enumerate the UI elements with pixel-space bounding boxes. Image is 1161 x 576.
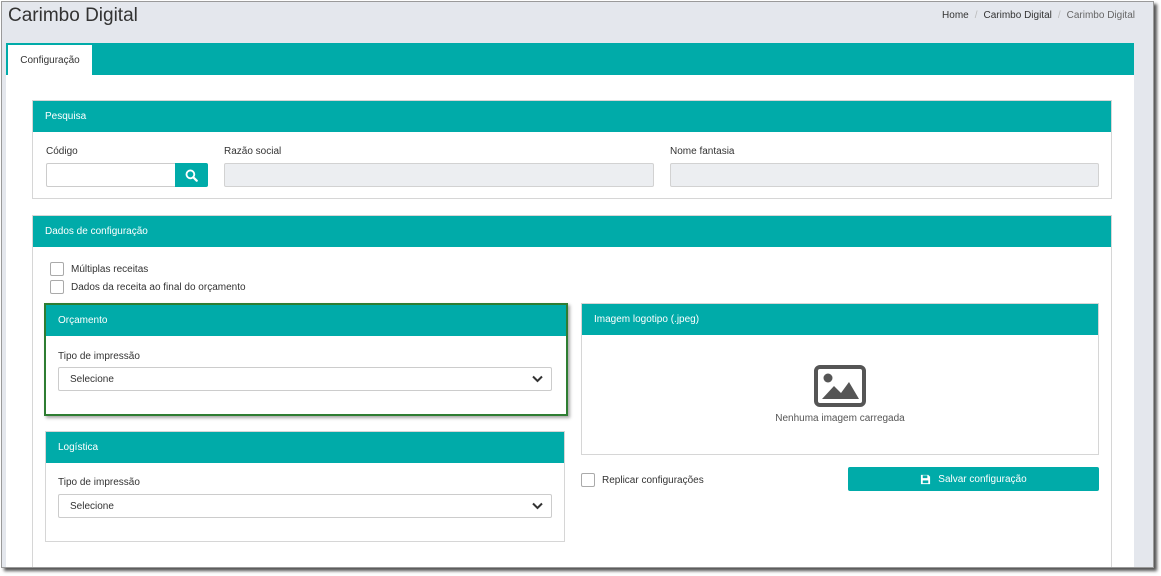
dados-receita-checkbox-row[interactable]: Dados da receita ao final do orçamento [50,280,246,294]
logo-panel: Imagem logotipo (.jpeg) Nenhuma imagem c… [581,303,1099,455]
chevron-down-icon [532,375,543,383]
save-icon [921,474,931,484]
save-button-label: Salvar configuração [938,473,1027,485]
config-panel-title: Dados de configuração [33,216,1111,247]
breadcrumb: Home / Carimbo Digital / Carimbo Digital [942,10,1135,21]
replicar-label: Replicar configurações [602,474,704,486]
search-panel-title: Pesquisa [33,101,1111,132]
multiplas-receitas-label: Múltiplas receitas [71,263,149,275]
orcamento-panel-title: Orçamento [46,305,566,336]
image-placeholder-icon [814,365,866,407]
tab-bar: Configuração [6,43,1134,75]
dados-receita-checkbox[interactable] [50,280,64,294]
search-button[interactable] [175,163,208,187]
chevron-down-icon [532,502,543,510]
page-title: Carimbo Digital [8,5,138,26]
razao-social-input [224,163,654,187]
logo-empty-text: Nenhuma imagem carregada [775,413,905,424]
logo-panel-title: Imagem logotipo (.jpeg) [582,304,1098,335]
tab-configuracao[interactable]: Configuração [8,45,92,75]
replicar-checkbox[interactable] [581,473,595,487]
codigo-label: Código [46,146,78,157]
tab-content: Pesquisa Código Razão social Nome fantas… [6,75,1134,567]
multiplas-receitas-checkbox-row[interactable]: Múltiplas receitas [50,262,148,276]
breadcrumb-separator: / [1057,10,1061,21]
breadcrumb-carimbo[interactable]: Carimbo Digital [984,10,1052,21]
logo-upload-area[interactable]: Nenhuma imagem carregada [582,335,1098,454]
logistica-tipo-value: Selecione [70,500,114,512]
codigo-input[interactable] [46,163,176,187]
app-window: Carimbo Digital Home / Carimbo Digital /… [1,1,1154,568]
razao-social-label: Razão social [224,146,282,157]
orcamento-panel: Orçamento Tipo de impressão Selecione [44,303,568,416]
nome-fantasia-label: Nome fantasia [670,146,735,157]
search-icon [185,169,198,182]
breadcrumb-separator: / [974,10,978,21]
search-panel: Pesquisa Código Razão social Nome fantas… [32,100,1112,199]
logistica-tipo-select[interactable]: Selecione [58,494,552,518]
config-panel: Dados de configuração Múltiplas receitas… [32,215,1112,567]
replicar-checkbox-row[interactable]: Replicar configurações [581,473,704,487]
dados-receita-label: Dados da receita ao final do orçamento [71,281,246,293]
orcamento-tipo-label: Tipo de impressão [58,351,140,362]
multiplas-receitas-checkbox[interactable] [50,262,64,276]
breadcrumb-current: Carimbo Digital [1066,10,1135,21]
logistica-panel-title: Logística [46,432,564,463]
logistica-tipo-label: Tipo de impressão [58,477,140,488]
logistica-panel: Logística Tipo de impressão Selecione [45,431,565,542]
orcamento-tipo-value: Selecione [70,373,114,385]
save-button[interactable]: Salvar configuração [848,467,1099,491]
orcamento-tipo-select[interactable]: Selecione [58,367,552,391]
nome-fantasia-input [670,163,1099,187]
breadcrumb-home[interactable]: Home [942,10,969,21]
